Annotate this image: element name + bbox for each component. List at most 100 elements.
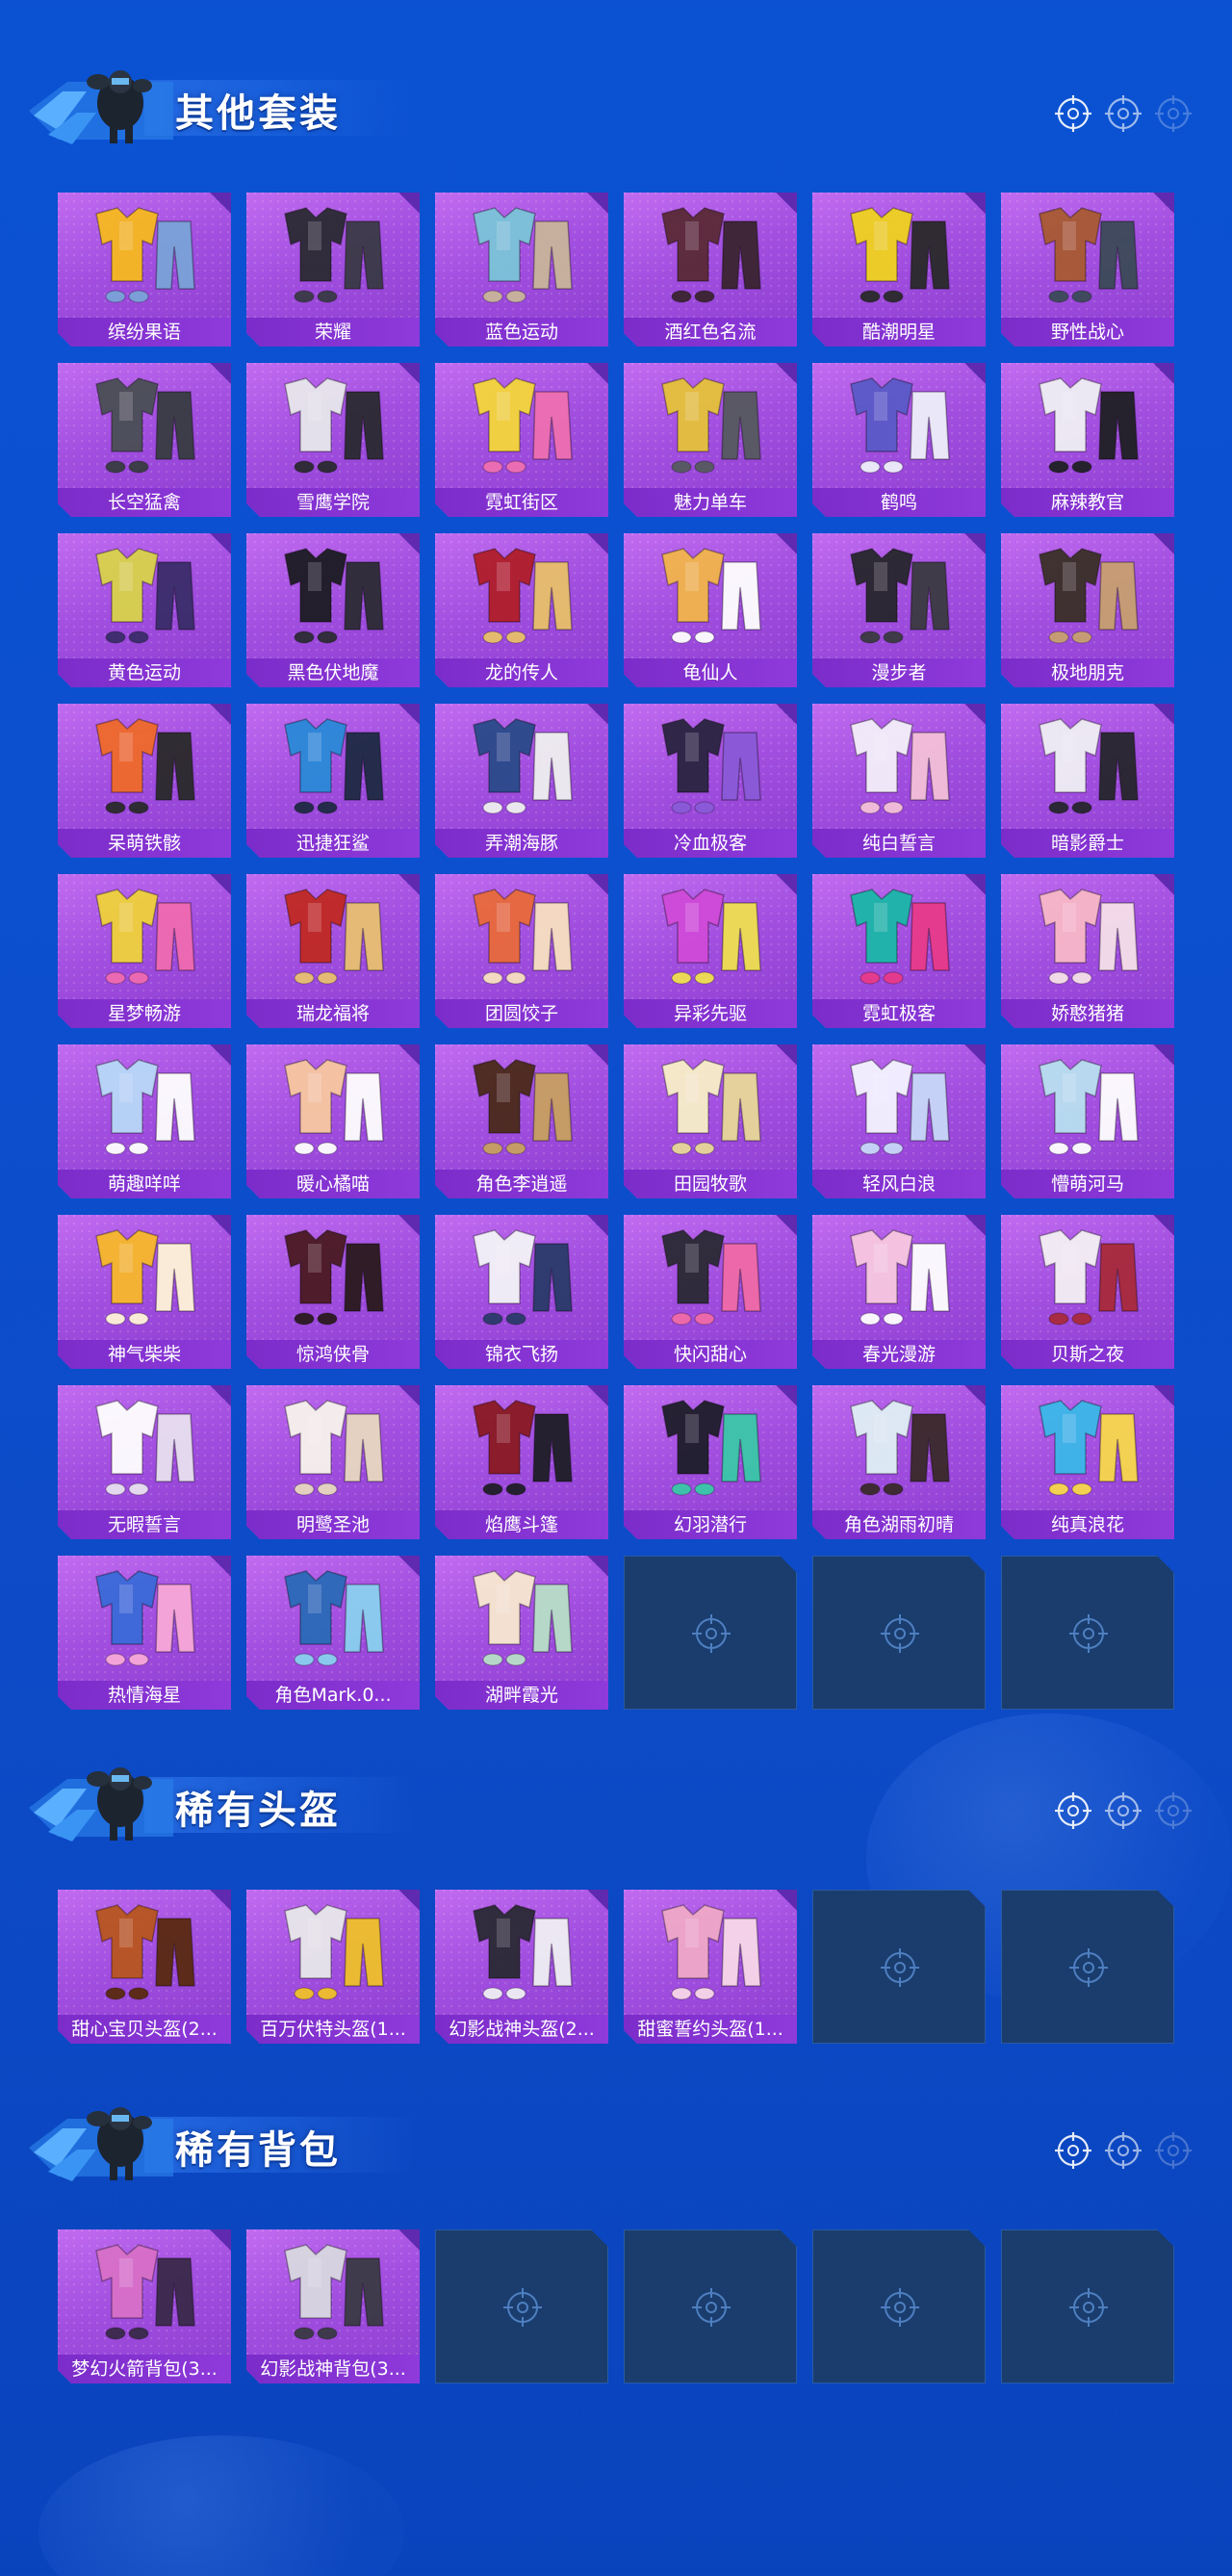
item-card[interactable]: 弄潮海豚 bbox=[435, 704, 608, 858]
item-card[interactable]: 瑞龙福将 bbox=[246, 874, 420, 1028]
item-card[interactable]: 冷血极客 bbox=[624, 704, 797, 858]
item-name: 冷血极客 bbox=[624, 829, 797, 858]
item-card[interactable]: 异彩先驱 bbox=[624, 874, 797, 1028]
item-name: 幻影战神头盔(2... bbox=[435, 2015, 608, 2044]
item-name: 纯真浪花 bbox=[1001, 1510, 1174, 1539]
item-name: 麻辣教官 bbox=[1001, 488, 1174, 517]
item-card[interactable]: 焰鹰斗篷 bbox=[435, 1385, 608, 1539]
empty-slot-crosshair-icon bbox=[690, 2286, 732, 2329]
item-card[interactable]: 甜心宝贝头盔(2... bbox=[58, 1890, 231, 2044]
item-card[interactable]: 萌趣咩咩 bbox=[58, 1044, 231, 1198]
item-name: 酷潮明星 bbox=[812, 318, 986, 347]
outfit-image bbox=[624, 1215, 797, 1340]
item-card[interactable]: 快闪甜心 bbox=[624, 1215, 797, 1369]
item-card[interactable]: 明鹭圣池 bbox=[246, 1385, 420, 1539]
item-name: 萌趣咩咩 bbox=[58, 1170, 231, 1198]
item-card[interactable]: 荣耀 bbox=[246, 193, 420, 347]
crosshair-icon bbox=[1155, 1792, 1192, 1829]
item-card[interactable]: 极地朋克 bbox=[1001, 533, 1174, 687]
item-card[interactable]: 暖心橘喵 bbox=[246, 1044, 420, 1198]
outfit-image bbox=[624, 1890, 797, 2015]
item-card[interactable]: 龟仙人 bbox=[624, 533, 797, 687]
item-card[interactable]: 惊鸿侠骨 bbox=[246, 1215, 420, 1369]
item-card[interactable]: 鹤鸣 bbox=[812, 363, 986, 517]
item-card[interactable]: 贝斯之夜 bbox=[1001, 1215, 1174, 1369]
crosshair-decoration bbox=[1053, 2130, 1194, 2171]
item-card[interactable]: 角色李逍遥 bbox=[435, 1044, 608, 1198]
item-card[interactable]: 呆萌铁骸 bbox=[58, 704, 231, 858]
item-card[interactable]: 魅力单车 bbox=[624, 363, 797, 517]
item-name: 酒红色名流 bbox=[624, 318, 797, 347]
item-card[interactable]: 黑色伏地魔 bbox=[246, 533, 420, 687]
outfit-image bbox=[624, 193, 797, 318]
item-name: 异彩先驱 bbox=[624, 999, 797, 1028]
outfit-image bbox=[58, 1044, 231, 1170]
crosshair-icon bbox=[1055, 1792, 1091, 1829]
item-card[interactable]: 迅捷狂鲨 bbox=[246, 704, 420, 858]
item-name: 百万伏特头盔(1... bbox=[246, 2015, 420, 2044]
item-card[interactable]: 霓虹街区 bbox=[435, 363, 608, 517]
outfit-image bbox=[246, 1385, 420, 1510]
item-card[interactable]: 麻辣教官 bbox=[1001, 363, 1174, 517]
crosshair-icon bbox=[1105, 1792, 1142, 1829]
item-card[interactable]: 无暇誓言 bbox=[58, 1385, 231, 1539]
outfit-image bbox=[812, 363, 986, 488]
outfit-image bbox=[1001, 874, 1174, 999]
item-card[interactable]: 百万伏特头盔(1... bbox=[246, 1890, 420, 2044]
item-card[interactable]: 缤纷果语 bbox=[58, 193, 231, 347]
outfit-image bbox=[58, 2229, 231, 2355]
item-card[interactable]: 热情海星 bbox=[58, 1556, 231, 1710]
item-name: 春光漫游 bbox=[812, 1340, 986, 1369]
item-card[interactable]: 团圆饺子 bbox=[435, 874, 608, 1028]
item-card[interactable]: 雪鹰学院 bbox=[246, 363, 420, 517]
item-card[interactable]: 龙的传人 bbox=[435, 533, 608, 687]
outfit-image bbox=[58, 1556, 231, 1681]
item-card[interactable]: 湖畔霞光 bbox=[435, 1556, 608, 1710]
item-name: 角色Mark.0... bbox=[246, 1681, 420, 1710]
outfit-image bbox=[812, 1215, 986, 1340]
outfit-image bbox=[435, 704, 608, 829]
crosshair-icon bbox=[1155, 95, 1192, 132]
item-card[interactable]: 娇憨猪猪 bbox=[1001, 874, 1174, 1028]
item-card[interactable]: 幻影战神头盔(2... bbox=[435, 1890, 608, 2044]
item-card[interactable]: 轻风白浪 bbox=[812, 1044, 986, 1198]
item-card[interactable]: 锦衣飞扬 bbox=[435, 1215, 608, 1369]
item-card[interactable]: 野性战心 bbox=[1001, 193, 1174, 347]
item-card[interactable]: 酷潮明星 bbox=[812, 193, 986, 347]
outfit-image bbox=[246, 193, 420, 318]
item-name: 贝斯之夜 bbox=[1001, 1340, 1174, 1369]
outfit-image bbox=[812, 533, 986, 658]
item-card[interactable]: 角色湖雨初晴 bbox=[812, 1385, 986, 1539]
empty-slot bbox=[1001, 1556, 1174, 1710]
item-card[interactable]: 酒红色名流 bbox=[624, 193, 797, 347]
item-card[interactable]: 梦幻火箭背包(3... bbox=[58, 2229, 231, 2383]
item-card[interactable]: 幻羽潜行 bbox=[624, 1385, 797, 1539]
item-card[interactable]: 神气柴柴 bbox=[58, 1215, 231, 1369]
outfit-image bbox=[435, 193, 608, 318]
item-card[interactable]: 懵萌河马 bbox=[1001, 1044, 1174, 1198]
item-card[interactable]: 蓝色运动 bbox=[435, 193, 608, 347]
outfit-image bbox=[1001, 1044, 1174, 1170]
item-name: 轻风白浪 bbox=[812, 1170, 986, 1198]
item-name: 黄色运动 bbox=[58, 658, 231, 687]
item-card[interactable]: 星梦畅游 bbox=[58, 874, 231, 1028]
item-card[interactable]: 长空猛禽 bbox=[58, 363, 231, 517]
item-card[interactable]: 暗影爵士 bbox=[1001, 704, 1174, 858]
outfit-image bbox=[58, 1215, 231, 1340]
item-card[interactable]: 霓虹极客 bbox=[812, 874, 986, 1028]
item-card[interactable]: 甜蜜誓约头盔(1... bbox=[624, 1890, 797, 2044]
empty-slot bbox=[1001, 1890, 1174, 2044]
outfit-image bbox=[812, 1385, 986, 1510]
item-card[interactable]: 纯真浪花 bbox=[1001, 1385, 1174, 1539]
crosshair-icon bbox=[1105, 95, 1142, 132]
item-card[interactable]: 纯白誓言 bbox=[812, 704, 986, 858]
item-grid: 甜心宝贝头盔(2... 百万伏特头盔(1... 幻影战神头盔(2... 甜蜜誓约… bbox=[58, 1890, 1174, 2044]
empty-slot-crosshair-icon bbox=[1067, 1946, 1110, 1989]
item-card[interactable]: 幻影战神背包(3... bbox=[246, 2229, 420, 2383]
item-card[interactable]: 春光漫游 bbox=[812, 1215, 986, 1369]
item-card[interactable]: 田园牧歌 bbox=[624, 1044, 797, 1198]
item-card[interactable]: 黄色运动 bbox=[58, 533, 231, 687]
outfit-image bbox=[624, 363, 797, 488]
item-card[interactable]: 漫步者 bbox=[812, 533, 986, 687]
item-card[interactable]: 角色Mark.0... bbox=[246, 1556, 420, 1710]
